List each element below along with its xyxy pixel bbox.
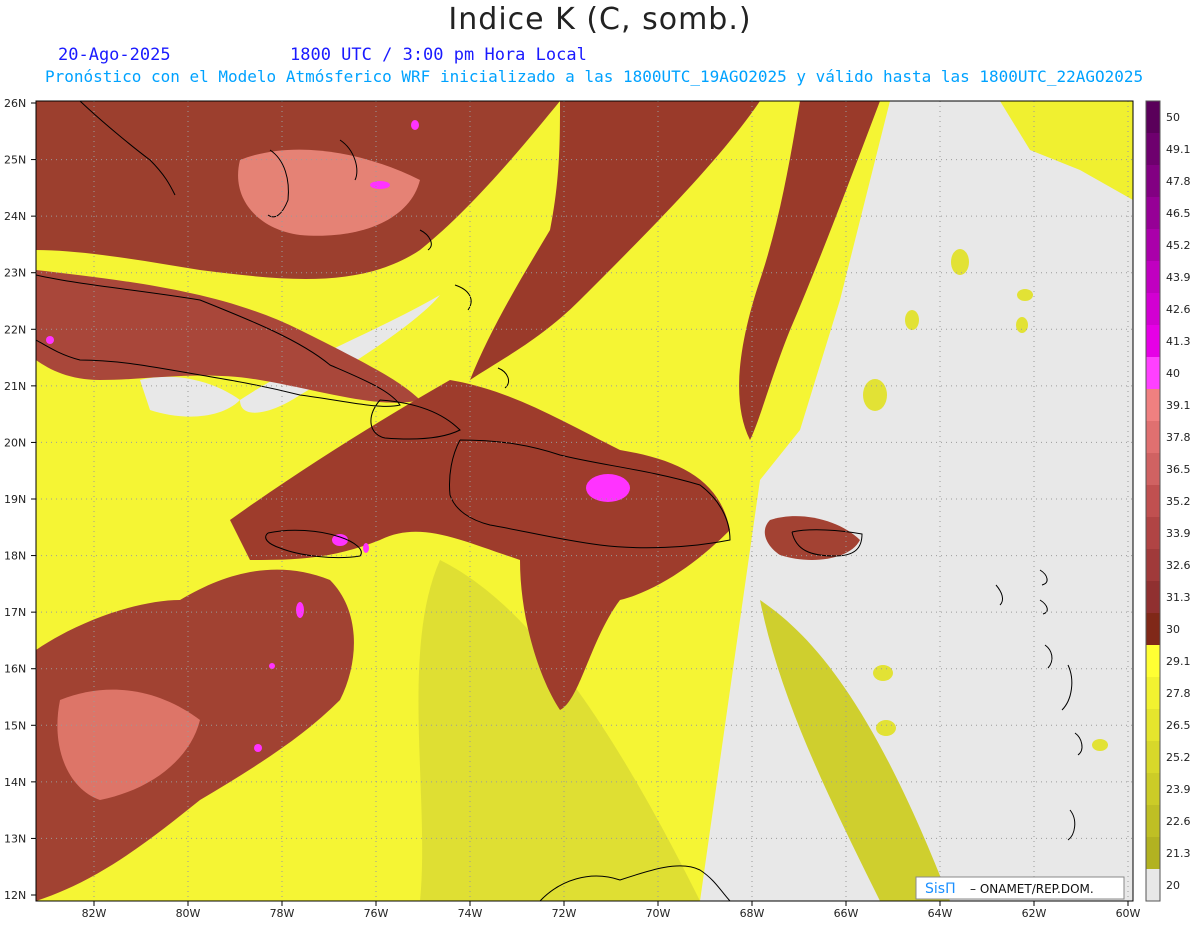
colorbar-label: 23.9	[1166, 783, 1191, 796]
colorbar-swatch	[1146, 101, 1160, 134]
colorbar-swatch	[1146, 421, 1160, 454]
colorbar-swatch	[1146, 709, 1160, 742]
colorbar-label: 21.3	[1166, 847, 1191, 860]
lon-label-72W: 72W	[552, 907, 577, 920]
colorbar-swatch	[1146, 837, 1160, 870]
colorbar-label: 35.2	[1166, 495, 1191, 508]
colorbar-swatch	[1146, 197, 1160, 230]
colorbar-swatch	[1146, 389, 1160, 422]
colorbar-swatch	[1146, 549, 1160, 582]
colorbar-label: 43.9	[1166, 271, 1191, 284]
lat-label-18N: 18N	[4, 550, 26, 563]
colorbar-label: 22.6	[1166, 815, 1191, 828]
colorbar-label: 42.6	[1166, 303, 1191, 316]
lat-label-20N: 20N	[4, 436, 26, 449]
colorbar-label: 40	[1166, 367, 1180, 380]
colorbar-label: 49.1	[1166, 143, 1191, 156]
lat-label-19N: 19N	[4, 493, 26, 506]
colorbar-label: 25.2	[1166, 751, 1191, 764]
credit-text: – ONAMET/REP.DOM.	[970, 882, 1094, 896]
lat-label-23N: 23N	[4, 267, 26, 280]
lat-label-14N: 14N	[4, 776, 26, 789]
colorbar-label: 46.5	[1166, 207, 1191, 220]
lat-label-22N: 22N	[4, 323, 26, 336]
colorbar: 50 49.1 47.8 46.5 45.2 43.9 42.6 41.3 40 39.1 37.8…	[1145, 100, 1191, 902]
colorbar-swatch	[1146, 229, 1160, 262]
lat-label-15N: 15N	[4, 719, 26, 732]
colorbar-swatch	[1146, 325, 1160, 358]
lon-label-82W: 82W	[82, 907, 107, 920]
colorbar-swatch	[1146, 613, 1160, 646]
colorbar-swatch	[1146, 805, 1160, 838]
credit-box: SisΠ – ONAMET/REP.DOM.	[915, 876, 1125, 900]
lat-label-16N: 16N	[4, 663, 26, 676]
colorbar-swatch	[1146, 741, 1160, 774]
lon-label-66W: 66W	[834, 907, 859, 920]
colorbar-swatch	[1146, 293, 1160, 326]
sispi-logo: SisΠ	[925, 881, 956, 897]
lat-label-24N: 24N	[4, 210, 26, 223]
colorbar-label: 26.5	[1166, 719, 1191, 732]
colorbar-swatch	[1146, 261, 1160, 294]
colorbar-swatch	[1146, 517, 1160, 550]
lat-label-17N: 17N	[4, 606, 26, 619]
colorbar-swatch	[1146, 773, 1160, 806]
colorbar-label: 37.8	[1166, 431, 1191, 444]
colorbar-swatch	[1146, 453, 1160, 486]
lat-label-26N: 26N	[4, 97, 26, 110]
colorbar-swatch	[1146, 133, 1160, 166]
colorbar-label: 39.1	[1166, 399, 1191, 412]
colorbar-label: 30	[1166, 623, 1180, 636]
lon-label-64W: 64W	[928, 907, 953, 920]
colorbar-label: 32.6	[1166, 559, 1191, 572]
lon-label-76W: 76W	[364, 907, 389, 920]
colorbar-label: 20	[1166, 879, 1180, 892]
colorbar-label: 31.3	[1166, 591, 1191, 604]
lat-label-13N: 13N	[4, 832, 26, 845]
latitude-labels: 26N 25N 24N 23N 22N 21N 20N 19N 18N 17N 16N 15N 14N 1…	[4, 97, 36, 902]
lon-label-70W: 70W	[646, 907, 671, 920]
colorbar-swatch	[1146, 645, 1160, 678]
colorbar-label: 50	[1166, 111, 1180, 124]
colorbar-label: 33.9	[1166, 527, 1191, 540]
lon-label-68W: 68W	[740, 907, 765, 920]
colorbar-swatch	[1146, 677, 1160, 710]
colorbar-label: 29.1	[1166, 655, 1191, 668]
lat-label-25N: 25N	[4, 154, 26, 167]
colorbar-label: 47.8	[1166, 175, 1191, 188]
lon-label-80W: 80W	[176, 907, 201, 920]
colorbar-label: 27.8	[1166, 687, 1191, 700]
colorbar-label: 36.5	[1166, 463, 1191, 476]
lat-label-12N: 12N	[4, 889, 26, 902]
lon-label-74W: 74W	[458, 907, 483, 920]
colorbar-swatch	[1146, 869, 1160, 902]
colorbar-swatch	[1146, 485, 1160, 518]
longitude-labels: 82W 80W 78W 76W 74W 72W 70W 68W 66W 64W 62W 60W	[82, 901, 1141, 920]
lon-label-62W: 62W	[1022, 907, 1047, 920]
colorbar-swatch	[1146, 357, 1160, 390]
colorbar-swatch	[1146, 581, 1160, 614]
weather-map: 26N 25N 24N 23N 22N 21N 20N 19N 18N 17N 16N 15N 14N 1…	[4, 97, 1191, 920]
colorbar-label: 41.3	[1166, 335, 1191, 348]
lon-label-60W: 60W	[1116, 907, 1141, 920]
colorbar-label: 45.2	[1166, 239, 1191, 252]
lon-label-78W: 78W	[270, 907, 295, 920]
colorbar-swatch	[1146, 165, 1160, 198]
lat-label-21N: 21N	[4, 380, 26, 393]
